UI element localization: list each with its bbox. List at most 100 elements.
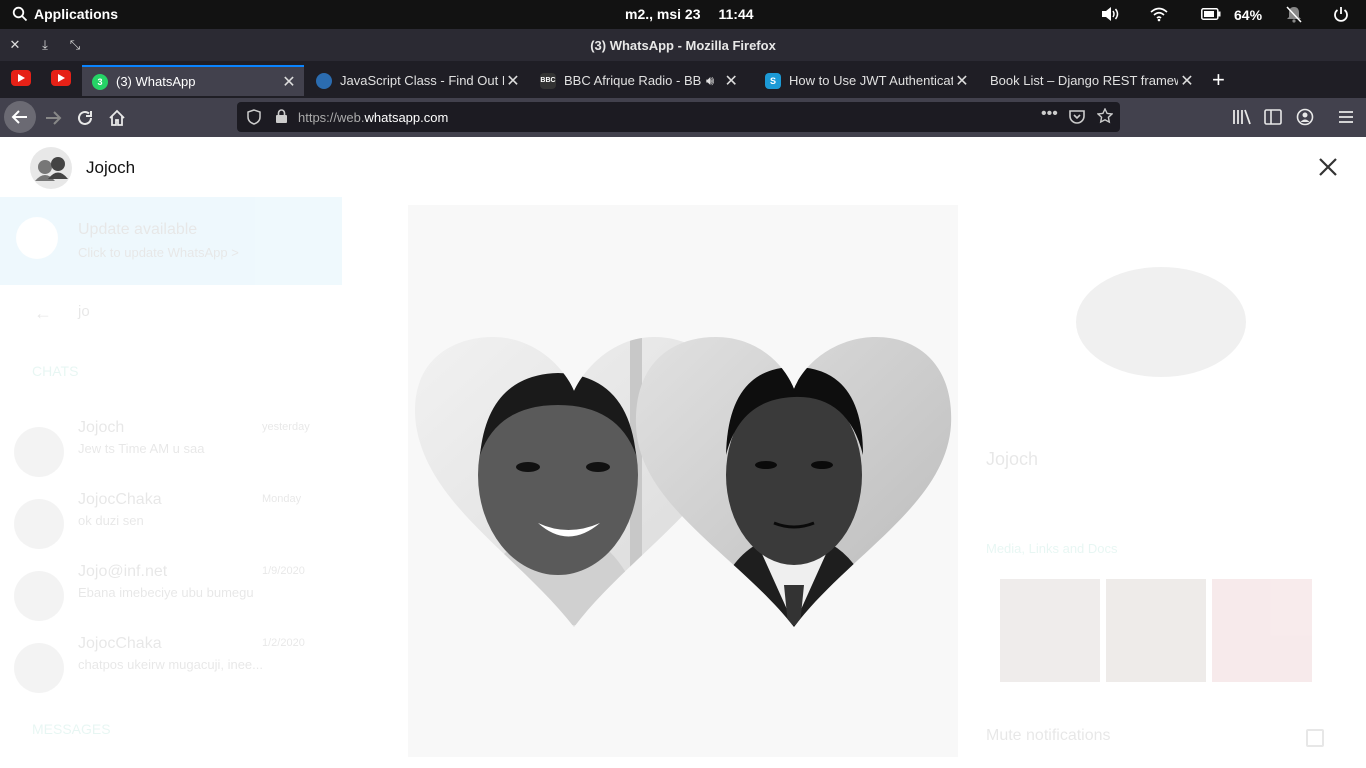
tab-label: Book List – Django REST framework bbox=[990, 73, 1178, 88]
avatar bbox=[14, 427, 64, 477]
bbc-icon: BBC bbox=[540, 72, 556, 89]
s-favicon-icon: S bbox=[765, 72, 781, 89]
pinned-tab-youtube-muted[interactable] bbox=[11, 70, 31, 86]
url-prefix: https://web. bbox=[298, 110, 365, 125]
library-icon[interactable] bbox=[1232, 108, 1252, 126]
url-domain: whatsapp.com bbox=[364, 110, 449, 125]
chat-message: chatpos ukeirw mugacuji, inee... bbox=[78, 657, 263, 672]
site-favicon-icon bbox=[316, 72, 332, 89]
avatar bbox=[14, 499, 64, 549]
media-thumbnail[interactable] bbox=[1106, 579, 1206, 682]
forward-arrow-icon bbox=[46, 111, 62, 125]
chat-time: yesterday bbox=[262, 421, 310, 433]
tab-label: (3) WhatsApp bbox=[116, 74, 196, 89]
clock[interactable]: m2., msi 23 11:44 bbox=[625, 6, 754, 22]
chat-list-panel: Update available Click to update WhatsAp… bbox=[0, 197, 342, 768]
applications-menu[interactable]: Applications bbox=[12, 6, 118, 22]
messages-header: MESSAGES bbox=[32, 721, 111, 737]
profile-picture bbox=[1076, 267, 1246, 377]
tab-whatsapp[interactable]: 3 (3) WhatsApp ✕ bbox=[82, 65, 304, 96]
mute-checkbox[interactable] bbox=[1306, 729, 1324, 747]
contact-avatar[interactable] bbox=[30, 147, 72, 189]
update-title: Update available bbox=[78, 221, 198, 238]
chat-list-item[interactable]: Jojoch yesterday Jew ts Time AM u saa bbox=[0, 419, 342, 491]
navigation-bar: https://web.whatsapp.com ••• bbox=[0, 98, 1366, 137]
forward-button[interactable] bbox=[39, 104, 67, 132]
url-bar[interactable]: https://web.whatsapp.com ••• bbox=[237, 102, 1120, 132]
power-icon[interactable] bbox=[1333, 6, 1349, 23]
chat-time: Monday bbox=[262, 493, 302, 505]
media-thumbnail[interactable] bbox=[1000, 579, 1100, 682]
sidebar-icon[interactable] bbox=[1264, 108, 1282, 126]
chat-time: 1/9/2020 bbox=[262, 565, 305, 577]
tab-close-icon[interactable]: ✕ bbox=[280, 72, 298, 92]
speaker-icon[interactable]: 🔊︎ bbox=[706, 73, 714, 89]
chat-message: ok duzi sen bbox=[78, 513, 144, 528]
notifications-off-icon[interactable] bbox=[1286, 6, 1302, 23]
window-titlebar: ✕ ⤓ ⤡ (3) WhatsApp - Mozilla Firefox bbox=[0, 29, 1366, 61]
mute-notifications-label: Mute notifications bbox=[986, 727, 1111, 744]
time-text: 11:44 bbox=[718, 6, 754, 22]
media-thumbnail[interactable] bbox=[1212, 579, 1312, 682]
wifi-icon[interactable] bbox=[1150, 7, 1168, 22]
chat-list-item[interactable]: Jojo@inf.net 1/9/2020 Ebana imebeciye ub… bbox=[0, 563, 342, 635]
chat-name: JojocChaka bbox=[78, 491, 162, 508]
tab-label: How to Use JWT Authentication bbox=[789, 73, 953, 88]
chats-header: CHATS bbox=[32, 363, 79, 379]
chat-name: JojocChaka bbox=[78, 635, 162, 652]
whatsapp-media-viewer: Update available Click to update WhatsAp… bbox=[0, 137, 1366, 768]
tab-close-icon[interactable]: ✕ bbox=[504, 71, 522, 91]
update-icon bbox=[16, 217, 58, 259]
volume-icon[interactable] bbox=[1100, 6, 1120, 22]
viewer-header: Jojoch bbox=[0, 137, 1366, 197]
contact-name[interactable]: Jojoch bbox=[86, 158, 135, 178]
reload-icon bbox=[78, 110, 92, 125]
update-banner[interactable]: Update available Click to update WhatsAp… bbox=[0, 197, 342, 285]
right-heart bbox=[635, 337, 952, 627]
back-button[interactable] bbox=[4, 101, 36, 133]
tab-book-list[interactable]: Book List – Django REST framework ✕ bbox=[980, 65, 1202, 96]
battery-percent: 64% bbox=[1234, 7, 1263, 23]
chat-list-item[interactable]: JojocChaka 1/2/2020 chatpos ukeirw mugac… bbox=[0, 635, 342, 707]
date-text: m2., msi 23 bbox=[625, 6, 701, 22]
pocket-icon[interactable] bbox=[1069, 109, 1085, 124]
back-arrow-icon bbox=[11, 110, 27, 124]
chat-name: Jojoch bbox=[78, 419, 125, 436]
chat-name: Jojo@inf.net bbox=[78, 563, 168, 580]
reload-button[interactable] bbox=[71, 104, 99, 132]
tab-bbc-afrique[interactable]: BBC BBC Afrique Radio - BBC News 🔊︎ ✕ bbox=[530, 65, 752, 96]
url-text[interactable]: https://web.whatsapp.com bbox=[298, 110, 448, 125]
avatar-image-icon bbox=[35, 157, 68, 181]
tab-close-icon[interactable]: ✕ bbox=[1178, 71, 1196, 91]
media-links-docs-label[interactable]: Media, Links and Docs bbox=[986, 541, 1118, 556]
tab-label: JavaScript Class - Find Out How bbox=[340, 73, 504, 88]
lock-icon[interactable] bbox=[275, 109, 288, 124]
update-subtitle: Click to update WhatsApp > bbox=[78, 245, 239, 260]
profile-name: Jojoch bbox=[986, 449, 1039, 469]
pinned-tab-youtube[interactable] bbox=[51, 70, 71, 86]
tab-close-icon[interactable]: ✕ bbox=[953, 71, 971, 91]
battery-icon[interactable] bbox=[1201, 8, 1221, 20]
account-icon[interactable] bbox=[1296, 108, 1314, 126]
home-button[interactable] bbox=[103, 104, 131, 132]
tab-jwt-authentication[interactable]: S How to Use JWT Authentication ✕ bbox=[755, 65, 977, 96]
hearts-photo-image bbox=[414, 337, 952, 627]
hamburger-menu-icon[interactable] bbox=[1338, 109, 1354, 125]
media-photo bbox=[408, 205, 958, 757]
tab-close-icon[interactable]: ✕ bbox=[722, 71, 740, 91]
chat-message: Ebana imebeciye ubu bumegu bbox=[78, 585, 254, 600]
page-actions-icon[interactable]: ••• bbox=[1041, 105, 1058, 123]
back-arrow-icon[interactable]: ← bbox=[34, 303, 52, 324]
home-icon bbox=[109, 109, 125, 126]
shield-icon[interactable] bbox=[247, 109, 261, 125]
chat-message: Jew ts Time AM u saa bbox=[78, 441, 205, 456]
new-tab-button[interactable]: + bbox=[1212, 67, 1225, 93]
tab-javascript-class[interactable]: JavaScript Class - Find Out How ✕ bbox=[306, 65, 528, 96]
tab-strip: 3 (3) WhatsApp ✕ JavaScript Class - Find… bbox=[0, 61, 1366, 98]
chat-list-item[interactable]: JojocChaka Monday ok duzi sen bbox=[0, 491, 342, 563]
os-top-bar: Applications m2., msi 23 11:44 64% bbox=[0, 0, 1366, 29]
search-input[interactable]: jo bbox=[78, 303, 90, 320]
bookmark-star-icon[interactable] bbox=[1097, 108, 1113, 124]
contact-info-panel: Jojoch Media, Links and Docs Mute notifi… bbox=[986, 137, 1366, 768]
close-icon[interactable] bbox=[1314, 153, 1342, 181]
